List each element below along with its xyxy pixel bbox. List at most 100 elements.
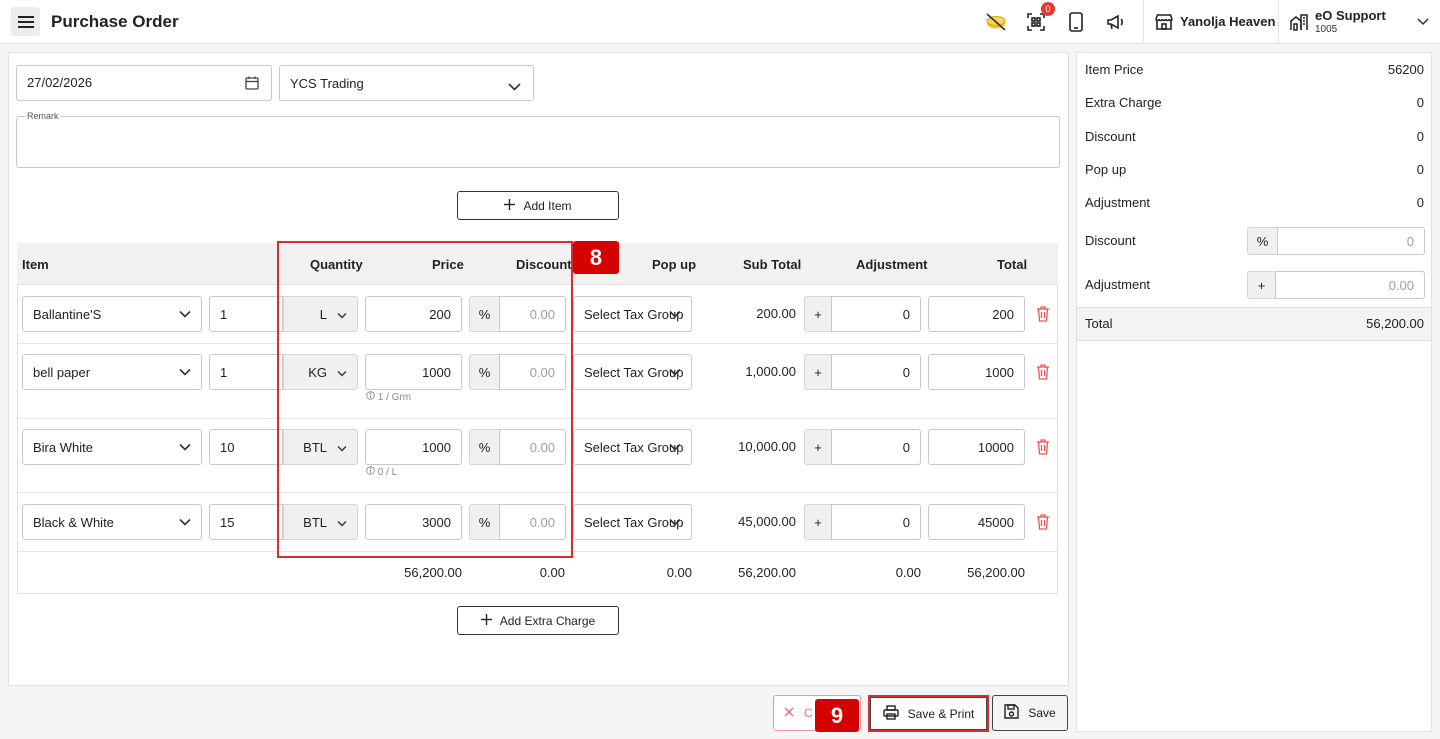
chevron-down-icon <box>669 307 681 322</box>
adjustment-input[interactable]: 0 <box>831 504 921 540</box>
trash-icon[interactable] <box>1036 364 1050 383</box>
plus-icon <box>504 198 516 213</box>
trash-icon[interactable] <box>1036 514 1050 533</box>
adjustment-value: 0 <box>902 306 910 322</box>
row-total: 45000 <box>977 514 1014 530</box>
add-extra-charge-button[interactable]: Add Extra Charge <box>457 606 619 635</box>
adjustment-sign-label: + <box>1257 277 1266 293</box>
quantity-input[interactable]: 1 <box>209 296 283 332</box>
footer-price-total: 56,200.00 <box>404 565 462 580</box>
total-input[interactable]: 1000 <box>928 354 1025 390</box>
summary-discount-type-button[interactable]: % <box>1247 227 1278 255</box>
supplier-value: YCS Trading <box>290 76 364 91</box>
quantity-value: 1 <box>220 364 228 380</box>
footer-popup-total: 0.00 <box>666 565 692 580</box>
adjustment-sign-button[interactable]: + <box>804 504 832 540</box>
item-select[interactable]: Bira White <box>22 429 202 465</box>
adjustment-value: 0 <box>902 439 910 455</box>
announcement-icon[interactable] <box>1105 11 1127 33</box>
item-select[interactable]: Black & White <box>22 504 202 540</box>
add-item-button[interactable]: Add Item <box>457 191 619 220</box>
tax-group-select[interactable]: Select Tax Group <box>573 354 692 390</box>
remark-label: Remark <box>25 111 61 121</box>
summary-adjustment-sign-button[interactable]: + <box>1247 271 1276 299</box>
plus-icon <box>480 613 492 628</box>
tax-group-select[interactable]: Select Tax Group <box>573 429 692 465</box>
adjustment-sign-label: + <box>814 514 822 530</box>
quantity-input[interactable]: 10 <box>209 429 283 465</box>
remark-textarea[interactable] <box>16 116 1060 168</box>
chevron-down-icon <box>669 440 681 455</box>
quantity-input[interactable]: 1 <box>209 354 283 390</box>
footer-grand-total: 56,200.00 <box>967 565 1025 580</box>
summary-discount-input-label: Discount <box>1085 233 1136 248</box>
date-value: 27/02/2026 <box>27 75 93 90</box>
row-total: 200 <box>992 306 1014 322</box>
store-icon <box>1153 11 1175 33</box>
building-icon <box>1288 11 1310 33</box>
user-name[interactable]: eO Support <box>1315 8 1386 23</box>
chevron-down-icon[interactable] <box>1412 11 1434 33</box>
adjustment-placeholder: 0.00 <box>1388 277 1414 293</box>
highlight-box-quantity-price-discount <box>277 241 573 558</box>
save-print-button[interactable]: Save & Print <box>870 697 987 730</box>
adjustment-input[interactable]: 0 <box>831 429 921 465</box>
chevron-down-icon <box>179 515 191 530</box>
total-input[interactable]: 45000 <box>928 504 1025 540</box>
chevron-down-icon <box>508 79 521 94</box>
trash-icon[interactable] <box>1036 306 1050 325</box>
chevron-down-icon <box>669 365 681 380</box>
item-name: Bira White <box>33 439 93 455</box>
item-name: bell paper <box>33 364 91 380</box>
adjustment-sign-label: + <box>814 439 822 455</box>
summary-discount-input[interactable]: 0 <box>1277 227 1425 255</box>
item-select[interactable]: Ballantine'S <box>22 296 202 332</box>
mobile-icon[interactable] <box>1065 11 1087 33</box>
quantity-value: 15 <box>220 514 235 530</box>
date-field[interactable]: 27/02/2026 <box>16 65 272 101</box>
adjustment-sign-button[interactable]: + <box>804 354 832 390</box>
menu-icon[interactable] <box>11 7 40 36</box>
page-title: Purchase Order <box>51 12 179 31</box>
summary-popup-value: 0 <box>1416 162 1424 177</box>
chevron-down-icon <box>179 365 191 380</box>
header-adjustment: Adjustment <box>856 257 928 272</box>
quantity-input[interactable]: 15 <box>209 504 283 540</box>
footer-discount-total: 0.00 <box>539 565 565 580</box>
save-button[interactable]: Save <box>992 695 1068 731</box>
adjustment-sign-button[interactable]: + <box>804 296 832 332</box>
summary-adjustment-value: 0 <box>1416 195 1424 210</box>
supplier-select[interactable]: YCS Trading <box>279 65 534 101</box>
save-icon <box>1004 704 1020 722</box>
tax-group-select[interactable]: Select Tax Group <box>573 296 692 332</box>
total-input[interactable]: 10000 <box>928 429 1025 465</box>
total-input[interactable]: 200 <box>928 296 1025 332</box>
item-name: Black & White <box>33 514 114 530</box>
summary-extra-charge-label: Extra Charge <box>1085 95 1162 110</box>
summary-discount-label: Discount <box>1085 129 1136 144</box>
adjustment-input[interactable]: 0 <box>831 296 921 332</box>
summary-item-price-value: 56200 <box>1387 62 1424 77</box>
row-subtotal: 200.00 <box>756 306 796 321</box>
row-subtotal: 1,000.00 <box>745 364 796 379</box>
offline-coin-icon[interactable] <box>985 11 1007 33</box>
trash-icon[interactable] <box>1036 439 1050 458</box>
adjustment-sign-label: + <box>814 306 822 322</box>
item-select[interactable]: bell paper <box>22 354 202 390</box>
adjustment-sign-button[interactable]: + <box>804 429 832 465</box>
summary-adjustment-label: Adjustment <box>1085 195 1151 210</box>
store-name[interactable]: Yanolja Heaven <box>1180 14 1275 29</box>
calendar-icon[interactable] <box>245 76 259 93</box>
adjustment-value: 0 <box>902 364 910 380</box>
header-popup: Pop up <box>652 257 697 272</box>
adjustment-value: 0 <box>902 514 910 530</box>
summary-adjustment-input[interactable]: 0.00 <box>1275 271 1425 299</box>
cancel-label: C <box>804 706 813 720</box>
chevron-down-icon <box>179 307 191 322</box>
summary-panel <box>1076 52 1432 732</box>
row-subtotal: 45,000.00 <box>738 514 796 529</box>
header-total: Total <box>997 257 1028 272</box>
separator <box>1278 0 1279 44</box>
adjustment-input[interactable]: 0 <box>831 354 921 390</box>
tax-group-select[interactable]: Select Tax Group <box>573 504 692 540</box>
